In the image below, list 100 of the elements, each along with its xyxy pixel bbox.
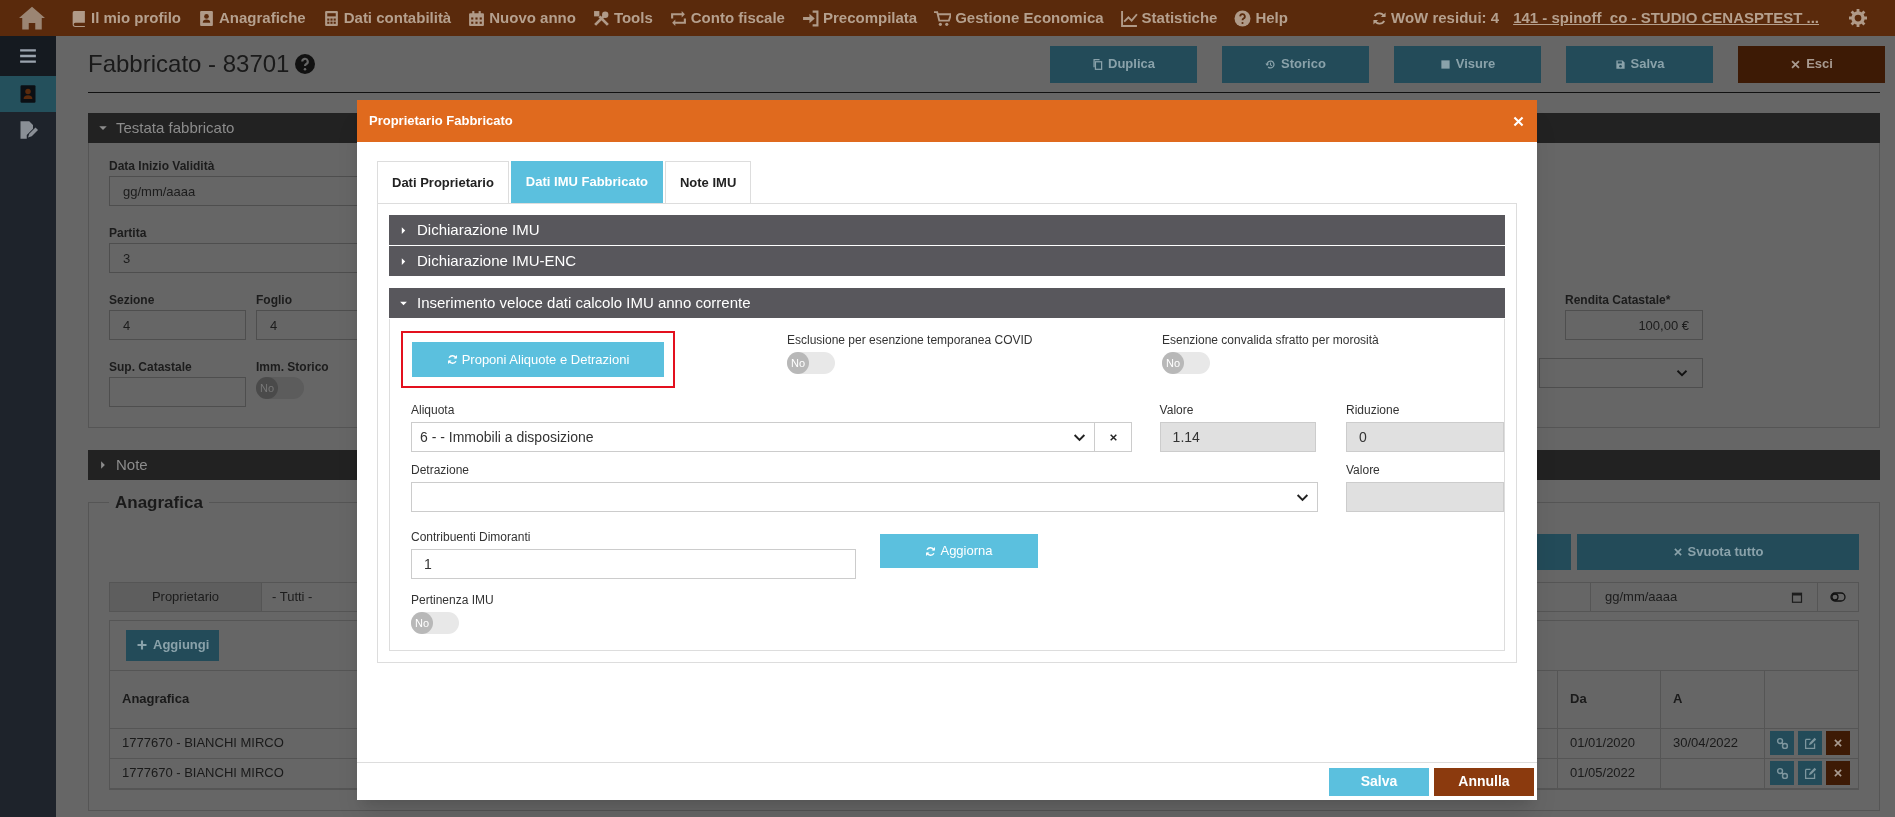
settings-icon [1849,9,1867,27]
delete-button[interactable] [1826,761,1850,785]
field-label: Pertinenza IMU [411,592,494,609]
book-icon [70,9,87,27]
calendar-icon [1791,590,1803,603]
text-field[interactable] [109,377,246,407]
clear-button[interactable] [1095,422,1132,452]
nav-link[interactable]: Gestione Economica [934,6,1104,30]
accordion-header[interactable]: Dichiarazione IMU [389,215,1505,245]
dialog-title: Proprietario Fabbricato [369,112,513,131]
edit-icon [1803,766,1817,780]
table-cell-text: 30/04/2022 [1673,734,1739,753]
nav-link[interactable]: Tools [592,6,653,30]
cart-icon [934,9,952,27]
toolbar-button[interactable]: Visure [1394,45,1541,83]
field-label: Valore [1159,402,1194,419]
calculator-icon [322,9,340,27]
close-icon [1108,432,1118,442]
caret-right-icon [399,256,408,266]
help-icon [1234,9,1252,27]
dropdown[interactable]: 6 - - Immobili a disposizione [411,422,1095,452]
accordion-header[interactable]: Dichiarazione IMU-ENC [389,246,1505,276]
field-label: Esenzione convalida sfratto per morosità [1162,332,1379,349]
document-edit-icon [18,120,38,140]
text-field[interactable]: 1.14 [1159,422,1316,452]
text-field[interactable]: 1 [411,549,856,579]
plus-icon [136,639,148,651]
history-icon [1265,58,1277,70]
link-button[interactable] [1770,761,1794,785]
refresh-icon [446,354,458,365]
nav-link[interactable]: Nuovo anno [468,6,576,30]
refresh-icon [925,545,937,557]
caret-right-icon [399,225,408,235]
nav-link[interactable]: Dati contabilità [322,6,452,30]
menu-icon [18,47,38,65]
accordion-header[interactable]: Inserimento veloce dati calcolo IMU anno corrente [389,288,1505,318]
field-label: Rendita Catastale* [1565,292,1672,309]
calendar-icon [468,9,486,27]
table-cell-text: 1777670 - BIANCHI MIRCO [122,734,284,753]
tab[interactable]: Note IMU [664,161,752,203]
tab[interactable]: Dati Proprietario [377,161,509,203]
field-label: Imm. Storico [256,359,329,376]
line-chart-icon [1120,9,1138,27]
field-label: Detrazione [411,462,470,479]
close-button[interactable] [1512,114,1525,128]
edit-button[interactable] [1798,761,1822,785]
toolbar-button[interactable]: Salva [1566,45,1713,83]
text-field[interactable]: 0 [1346,422,1504,452]
close-icon [1833,738,1843,748]
filter-label: Proprietario [110,582,262,611]
nav-link[interactable]: Help [1234,6,1288,30]
text-field[interactable]: 4 [109,310,246,340]
nav-link[interactable]: Statistiche [1120,6,1218,30]
toolbar-button[interactable]: Storico [1222,45,1369,83]
account-link[interactable]: 141 - spinoff_co - STUDIO CENASPTEST ... [1513,6,1819,30]
page-title: Fabbricato - 83701 [88,46,316,82]
edit-button[interactable] [1798,731,1822,755]
credits-counter: WoW residui: 4 [1372,6,1500,30]
cancel-button[interactable]: Annulla [1434,767,1534,796]
field-label: Valore [1346,462,1380,479]
text-field[interactable]: 100,00 € [1565,310,1703,340]
nav-link[interactable]: Il mio profilo [70,6,181,30]
field-label: Foglio [256,292,292,309]
nav-link[interactable]: Conto fiscale [669,6,785,30]
home-icon [18,5,46,31]
field-label: Esclusione per esenzione temporanea COVID [787,332,1033,349]
toolbar-button[interactable]: Esci [1738,45,1885,83]
field-label: Contribuenti Dimoranti [411,529,531,546]
close-icon [1790,58,1802,70]
tools-icon [592,9,610,27]
link-button[interactable] [1770,731,1794,755]
close-icon [1833,768,1843,778]
table-cell-text: 1777670 - BIANCHI MIRCO [122,764,284,783]
home-link[interactable] [18,5,46,31]
table-cell: 01/01/2020 [1557,728,1660,758]
table-cell: 01/05/2022 [1557,758,1660,788]
field-label: Aliquota [411,402,455,419]
nav-link[interactable]: Anagrafiche [198,6,306,30]
field-label: Sezione [109,292,155,309]
menu-button[interactable] [0,36,56,76]
toolbar-button[interactable]: Duplica [1050,45,1197,83]
field-label: Partita [109,225,147,242]
close-icon [1512,114,1525,128]
settings-button[interactable] [1849,9,1867,27]
nav-link[interactable]: Precompilata [801,6,918,30]
date-field[interactable]: gg/mm/aaaa [1590,582,1817,611]
field-label: Riduzione [1346,402,1400,419]
link-icon [1775,766,1789,780]
contact-book-icon [18,84,38,104]
add-button[interactable]: Aggiungi [126,629,220,661]
column-header: Anagrafica [121,690,191,709]
delete-button[interactable] [1826,731,1850,755]
copy-icon [1092,58,1103,70]
sign-in-icon [801,9,819,27]
square-icon [1439,58,1451,70]
refresh-icon [1372,10,1388,26]
clear-all-button[interactable]: Svuota tutto [1577,533,1859,570]
column-header: A [1660,670,1764,728]
repeat-arrows-icon [669,9,687,27]
link-icon [1775,736,1789,750]
